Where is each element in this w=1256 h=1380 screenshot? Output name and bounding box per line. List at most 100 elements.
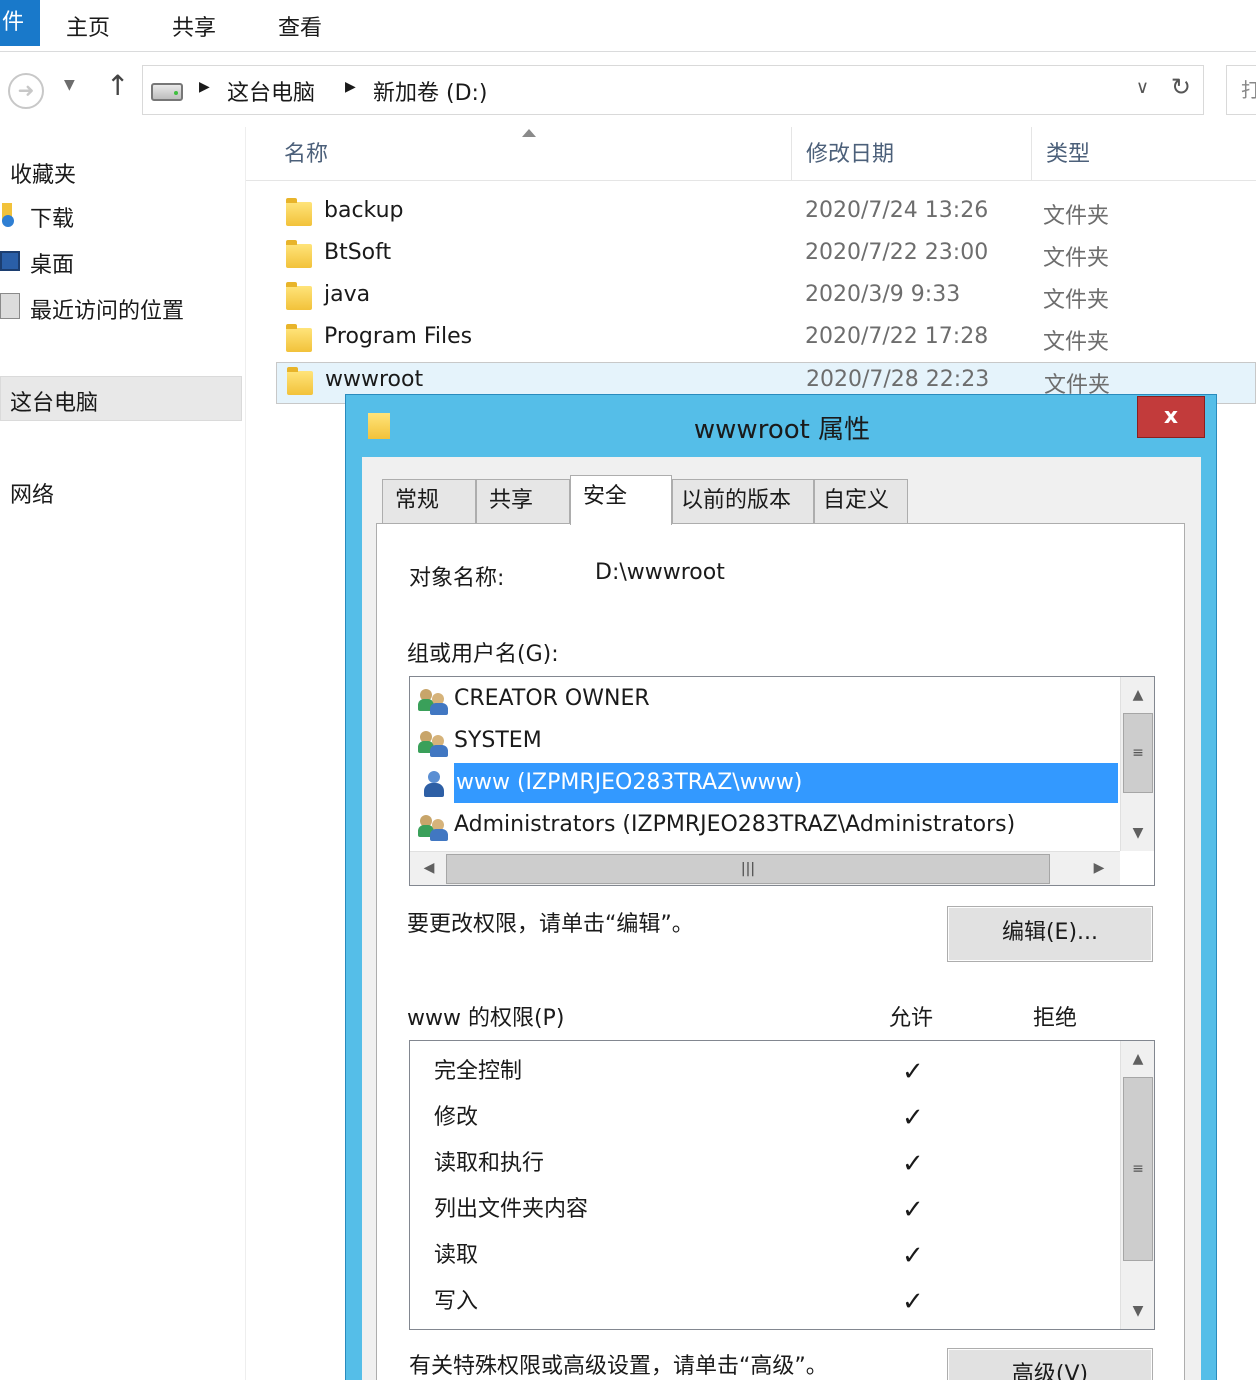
allow-check-icon: ✓ [902,1103,924,1133]
list-item: 列出文件夹内容 ✓ [434,1187,1134,1233]
file-type: 文件夹 [1043,288,1110,313]
properties-dialog: wwwroot 属性 x 常规 共享 安全 以前的版本 自定义 对象名称: D:… [345,394,1217,1380]
table-row[interactable]: java 2020/3/9 9:33 文件夹 [276,278,1256,320]
file-tab[interactable]: 件 [0,0,40,46]
users-listbox[interactable]: CREATOR OWNER SYSTEM www (IZPMRJEO283TRA… [409,676,1155,886]
edit-button[interactable]: 编辑(E)... [947,906,1153,962]
nav-recent-places[interactable]: 最近访问的位置 [30,293,184,325]
recent-locations-chevron-down-icon[interactable]: ▼ [64,77,75,93]
user-name: Administrators (IZPMRJEO283TRAZ\Administ… [454,812,1016,837]
user-name: SYSTEM [454,728,542,753]
tab-general[interactable]: 常规 [382,479,476,523]
security-panel: 对象名称: D:\wwwroot 组或用户名(G): CREATOR OWNER… [376,523,1185,1380]
permissions-vertical-scrollbar[interactable]: ▲ ≡ ▼ [1120,1041,1154,1329]
group-icon [418,813,450,841]
forward-arrow-icon[interactable]: ➜ [8,73,44,109]
refresh-icon[interactable]: ↻ [1171,73,1191,101]
nav-downloads[interactable]: 下载 [30,201,74,233]
file-type: 文件夹 [1043,204,1110,229]
users-vertical-scrollbar[interactable]: ▲ ≡ ▼ [1120,677,1154,851]
group-user-label: 组或用户名(G): [407,642,559,667]
list-item-selected[interactable]: www (IZPMRJEO283TRAZ\www) [418,763,1118,803]
breadcrumb-drive-d[interactable]: 新加卷 (D:) [373,75,488,107]
file-type: 文件夹 [1043,330,1110,355]
tab-share[interactable]: 共享 [172,10,216,42]
advanced-hint: 有关特殊权限或高级设置，请单击“高级”。 [409,1354,828,1379]
file-name: backup [324,198,404,223]
drive-icon [151,83,183,101]
list-item: 修改 ✓ [434,1095,1134,1141]
desktop-icon [0,251,20,271]
close-button[interactable]: x [1137,396,1205,438]
folder-icon [287,367,313,395]
users-horizontal-scrollbar[interactable]: ◀ ||| ▶ [410,851,1120,885]
column-header-date[interactable]: 修改日期 [792,127,1032,181]
permissions-listbox[interactable]: 完全控制 ✓ 修改 ✓ 读取和执行 ✓ 列出文件夹内容 ✓ 读取 ✓ 写入 ✓ … [409,1040,1155,1330]
horizontal-scroll-thumb[interactable]: ||| [446,854,1050,884]
group-icon [418,687,450,715]
user-icon [420,771,450,797]
navigation-pane: 收藏夹 下载 桌面 最近访问的位置 这台电脑 网络 [0,127,246,1380]
tab-customize[interactable]: 自定义 [814,479,908,523]
object-name-value: D:\wwwroot [595,560,725,585]
scroll-up-icon[interactable]: ▲ [1121,679,1155,711]
list-item[interactable]: CREATOR OWNER [418,679,1118,719]
scroll-up-icon[interactable]: ▲ [1121,1043,1155,1075]
tab-previous-versions[interactable]: 以前的版本 [672,479,814,523]
file-date: 2020/7/22 17:28 [805,324,989,349]
allow-check-icon: ✓ [902,1195,924,1225]
permissions-label: www 的权限(P) [407,1006,565,1031]
column-header-type[interactable]: 类型 [1032,127,1256,181]
file-date: 2020/3/9 9:33 [805,282,961,307]
column-header-name[interactable]: 名称 [270,127,792,181]
table-row[interactable]: BtSoft 2020/7/22 23:00 文件夹 [276,236,1256,278]
permission-name: 完全控制 [434,1059,523,1084]
nav-desktop[interactable]: 桌面 [30,247,74,279]
downloads-icon [0,201,20,229]
header-divider [246,180,1256,181]
user-name: www (IZPMRJEO283TRAZ\www) [454,763,1118,803]
scroll-thumb[interactable]: ≡ [1123,1077,1153,1261]
scroll-right-icon[interactable]: ▶ [1082,852,1116,884]
advanced-button[interactable]: 高级(V) [947,1348,1153,1380]
allow-check-icon: ✓ [902,1241,924,1271]
file-name: java [324,282,371,307]
address-bar[interactable]: ▶ 这台电脑 ▶ 新加卷 (D:) ∨ ↻ [142,65,1204,115]
user-name: CREATOR OWNER [454,686,650,711]
search-input[interactable]: 打 [1226,65,1256,115]
scroll-down-icon[interactable]: ▼ [1121,817,1155,849]
allow-check-icon: ✓ [902,1287,924,1317]
up-arrow-icon[interactable]: ↑ [106,69,129,102]
tab-sharing[interactable]: 共享 [476,479,570,523]
file-name: Program Files [324,324,473,349]
tab-security[interactable]: 安全 [570,475,672,525]
list-item[interactable]: SYSTEM [418,721,1118,761]
tab-home[interactable]: 主页 [66,10,110,42]
dialog-title: wwwroot 属性 [693,415,871,445]
change-permissions-hint: 要更改权限，请单击“编辑”。 [407,912,694,937]
tab-view[interactable]: 查看 [278,10,322,42]
list-item: 读取 ✓ [434,1233,1134,1279]
breadcrumb-separator-icon[interactable]: ▶ [345,79,356,95]
table-row[interactable]: Program Files 2020/7/22 17:28 文件夹 [276,320,1256,362]
list-item: 写入 ✓ [434,1279,1134,1325]
address-dropdown-chevron-icon[interactable]: ∨ [1136,77,1149,98]
table-row[interactable]: backup 2020/7/24 13:26 文件夹 [276,194,1256,236]
list-item[interactable]: Administrators (IZPMRJEO283TRAZ\Administ… [418,805,1118,845]
nav-favorites[interactable]: 收藏夹 [10,157,76,189]
navigation-bar: ➜ ▼ ↑ ▶ 这台电脑 ▶ 新加卷 (D:) ∨ ↻ 打 [0,53,1256,127]
breadcrumb-separator-icon[interactable]: ▶ [199,79,210,95]
file-type: 文件夹 [1043,246,1110,271]
nav-network[interactable]: 网络 [10,477,54,509]
scroll-down-icon[interactable]: ▼ [1121,1295,1155,1327]
permission-name: 修改 [434,1105,479,1130]
scroll-left-icon[interactable]: ◀ [412,852,446,884]
folder-icon [286,240,312,268]
breadcrumb-this-pc[interactable]: 这台电脑 [227,75,315,107]
nav-this-pc[interactable]: 这台电脑 [10,385,98,417]
group-icon [418,729,450,757]
permission-name: 读取和执行 [434,1151,545,1176]
deny-column-label: 拒绝 [1033,1006,1078,1031]
scroll-thumb[interactable]: ≡ [1123,713,1153,793]
dialog-body: 常规 共享 安全 以前的版本 自定义 对象名称: D:\wwwroot 组或用户… [362,457,1201,1380]
